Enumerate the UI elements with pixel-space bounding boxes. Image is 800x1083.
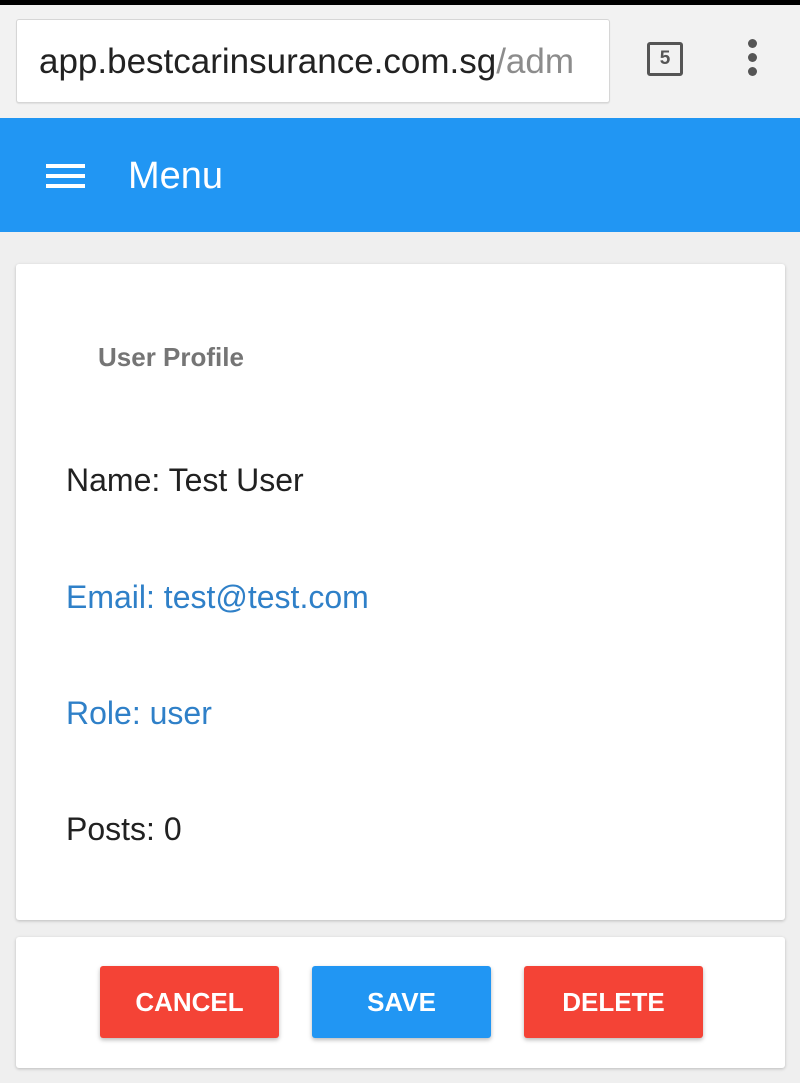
delete-button[interactable]: DELETE — [524, 966, 703, 1038]
actions-card: CANCEL SAVE DELETE — [16, 937, 785, 1068]
name-field: Name: Test User — [66, 462, 304, 498]
cancel-button[interactable]: CANCEL — [100, 966, 279, 1038]
profile-card: User Profile Name: Test User Email: test… — [16, 264, 785, 920]
overflow-menu-icon[interactable] — [748, 39, 758, 81]
posts-field: Posts: 0 — [66, 811, 182, 847]
url-host: app.bestcarinsurance.com.sg — [39, 42, 497, 81]
address-bar[interactable]: app.bestcarinsurance.com.sg/adm — [16, 19, 610, 103]
card-title: User Profile — [98, 342, 244, 372]
app-header — [0, 118, 800, 232]
header-title: Menu — [128, 155, 224, 197]
save-button[interactable]: SAVE — [312, 966, 491, 1038]
role-field[interactable]: Role: user — [66, 695, 212, 732]
tab-switcher-button[interactable]: 5 — [647, 42, 683, 76]
email-field[interactable]: Email: test@test.com — [66, 579, 369, 616]
url-path: /adm — [496, 42, 574, 81]
hamburger-menu-icon[interactable] — [46, 164, 85, 188]
